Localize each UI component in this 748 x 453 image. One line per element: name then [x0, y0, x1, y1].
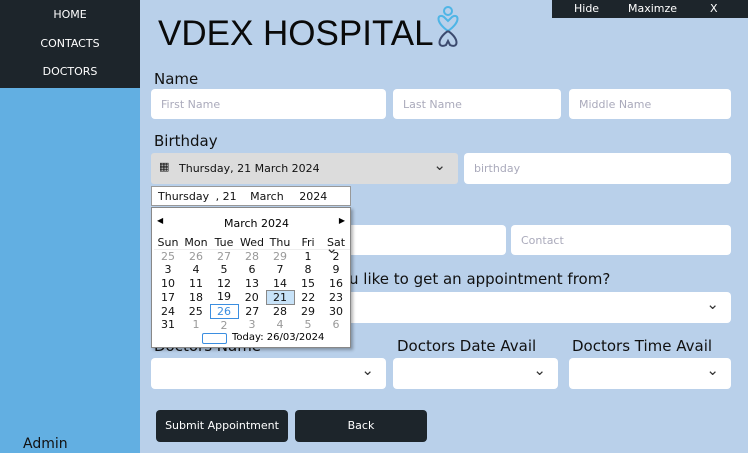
prev-month-icon[interactable]: ◀ — [157, 216, 163, 225]
calendar-icon: ▦ — [159, 160, 170, 173]
user-label: Admin — [23, 436, 68, 452]
birthday-label: Birthday — [154, 132, 218, 150]
calendar-day[interactable]: 5 — [294, 318, 322, 332]
maximize-button[interactable]: Maximze — [628, 2, 677, 15]
calendar-day[interactable]: 2 — [210, 318, 238, 332]
month-title[interactable]: March 2024 — [224, 217, 289, 230]
weekday-header: Fri — [294, 236, 322, 250]
date-edit-field[interactable]: Thursday , 21 March 2024 — [151, 186, 351, 206]
weekday-header: Wed — [238, 236, 266, 250]
first-name-input[interactable]: First Name — [151, 89, 386, 119]
sidebar-item-doctors[interactable]: DOCTORS — [0, 65, 140, 78]
calendar-day[interactable]: 4 — [266, 318, 294, 332]
calendar-day[interactable]: 30 — [322, 304, 350, 318]
calendar-day[interactable]: 21 — [265, 289, 295, 305]
heart-person-logo-icon — [437, 6, 459, 47]
calendar-day[interactable]: 25 — [182, 304, 210, 318]
calendar-day[interactable]: 28 — [238, 250, 266, 263]
close-button[interactable]: X — [710, 2, 718, 15]
calendar-day[interactable]: 17 — [154, 290, 182, 304]
calendar-day[interactable]: 26 — [209, 303, 239, 319]
calendar-day[interactable]: 27 — [210, 250, 238, 263]
month-part[interactable]: March — [250, 190, 284, 203]
calendar-day[interactable]: 23 — [322, 290, 350, 304]
weekday-header: Mon — [182, 236, 210, 250]
calendar-day[interactable]: 7 — [266, 263, 294, 277]
sidebar-item-home[interactable]: HOME — [0, 8, 140, 21]
calendar-day[interactable]: 28 — [266, 304, 294, 318]
year-part[interactable]: 2024 — [299, 190, 327, 203]
appointment-label: u like to get an appointment from? — [349, 270, 611, 288]
calendar-day[interactable]: 10 — [154, 277, 182, 291]
address-input[interactable] — [340, 225, 506, 255]
calendar-day[interactable]: 20 — [238, 290, 266, 304]
weekday-header: Tue — [210, 236, 238, 250]
calendar-day[interactable]: 1 — [182, 318, 210, 332]
middle-name-input[interactable]: Middle Name — [569, 89, 731, 119]
calendar-day[interactable]: 25 — [154, 250, 182, 263]
calendar-day[interactable]: 29 — [294, 304, 322, 318]
calendar-day[interactable]: 13 — [238, 277, 266, 291]
calendar-day[interactable]: 3 — [154, 263, 182, 277]
calendar-popup: ◀ March 2024 ▶ SunMonTueWedThuFriSat2526… — [151, 207, 351, 348]
calendar-day[interactable]: 14 — [266, 277, 294, 291]
calendar-day[interactable]: 27 — [238, 304, 266, 318]
calendar-day[interactable]: 24 — [154, 304, 182, 318]
page-title: VDEX HOSPITAL — [158, 14, 434, 53]
calendar-day[interactable]: 19 — [210, 290, 238, 304]
doctors-name-select[interactable] — [151, 358, 386, 389]
weekday-header: Sun — [154, 236, 182, 250]
sidebar-item-contacts[interactable]: CONTACTS — [0, 37, 140, 50]
weekday-header: Thu — [266, 236, 294, 250]
back-button[interactable]: Back — [295, 410, 427, 442]
today-marker — [202, 333, 227, 344]
calendar-day[interactable]: 3 — [238, 318, 266, 332]
separator: , — [215, 190, 220, 203]
sidebar: HOME CONTACTS DOCTORS Admin — [0, 0, 140, 453]
last-name-input[interactable]: Last Name — [393, 89, 561, 119]
calendar-day[interactable]: 18 — [182, 290, 210, 304]
today-link[interactable]: Today: 26/03/2024 — [232, 332, 324, 343]
birthday-value: Thursday, 21 March 2024 — [179, 162, 320, 175]
calendar-day[interactable]: 1 — [294, 250, 322, 263]
doctors-date-label: Doctors Date Avail — [397, 337, 537, 355]
calendar-grid: SunMonTueWedThuFriSat2526272829123456789… — [154, 236, 350, 332]
name-label: Name — [154, 70, 199, 88]
doctors-time-label: Doctors Time Avail — [572, 337, 713, 355]
calendar-day[interactable]: 8 — [294, 263, 322, 277]
weekday-part[interactable]: Thursday — [158, 190, 209, 203]
birthday-input[interactable]: birthday — [464, 153, 731, 184]
doctors-date-select[interactable] — [393, 358, 558, 389]
calendar-day[interactable]: 9 — [322, 263, 350, 277]
calendar-day[interactable]: 4 — [182, 263, 210, 277]
calendar-day[interactable]: 6 — [238, 263, 266, 277]
calendar-day[interactable]: 22 — [294, 290, 322, 304]
day-part[interactable]: 21 — [223, 190, 237, 203]
next-month-icon[interactable]: ▶ — [339, 216, 345, 225]
calendar-day[interactable]: 16 — [322, 277, 350, 291]
window-controls: Hide Maximze X — [552, 0, 748, 18]
birthday-datepicker[interactable]: ▦ Thursday, 21 March 2024 — [151, 153, 458, 184]
calendar-day[interactable]: 12 — [210, 277, 238, 291]
calendar-day[interactable]: 31 — [154, 318, 182, 332]
contact-input[interactable]: Contact — [511, 225, 731, 255]
calendar-day[interactable]: 5 — [210, 263, 238, 277]
calendar-day[interactable]: 11 — [182, 277, 210, 291]
calendar-day[interactable]: 15 — [294, 277, 322, 291]
submit-appointment-button[interactable]: Submit Appointment — [156, 410, 288, 442]
hide-button[interactable]: Hide — [574, 2, 599, 15]
doctors-time-select[interactable] — [569, 358, 731, 389]
calendar-day[interactable]: 6 — [322, 318, 350, 332]
calendar-day[interactable]: 29 — [266, 250, 294, 263]
calendar-day[interactable]: 26 — [182, 250, 210, 263]
